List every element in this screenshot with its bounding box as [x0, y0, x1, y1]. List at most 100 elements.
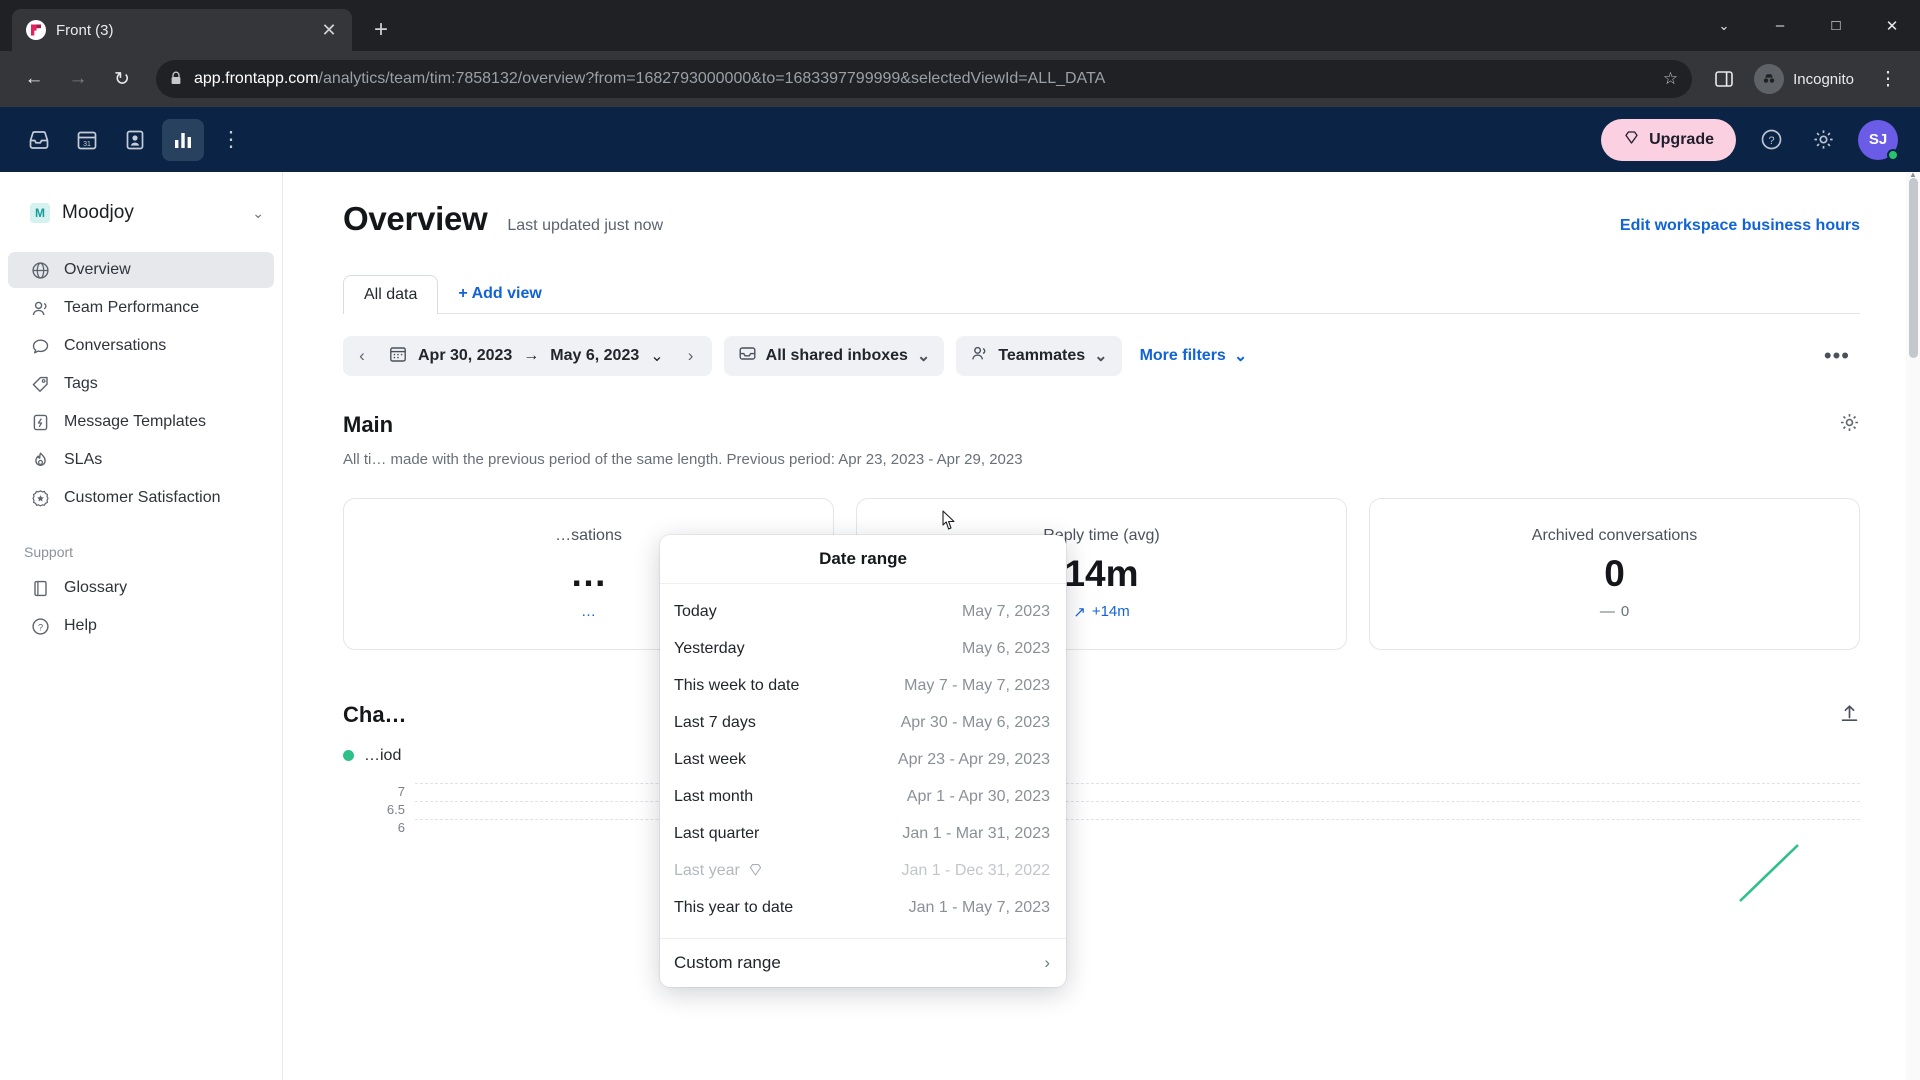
app-topbar: 31 ⋮ Upgrade ? SJ [0, 107, 1920, 172]
date-option-last-month[interactable]: Last month Apr 1 - Apr 30, 2023 [660, 778, 1066, 815]
date-option-this-year-to-date[interactable]: This year to date Jan 1 - May 7, 2023 [660, 889, 1066, 926]
bookmark-star-icon[interactable]: ☆ [1663, 69, 1678, 89]
chart-header: Cha… [343, 702, 1860, 729]
reload-button[interactable]: ↻ [102, 59, 142, 99]
sidebar-item-team-performance[interactable]: Team Performance [8, 290, 274, 326]
back-button[interactable]: ← [14, 59, 54, 99]
minimize-button[interactable]: – [1752, 0, 1808, 51]
section-description: All ti… made with the previous period of… [343, 451, 1023, 468]
main-scrollbar[interactable]: ▲ [1906, 172, 1920, 1080]
next-period-button[interactable]: › [678, 346, 704, 366]
tag-icon [30, 374, 50, 394]
browser-window: Front (3) ✕ + ⌄ – □ ✕ ← → ↻ app.frontapp… [0, 0, 1920, 1080]
date-option-last-7-days[interactable]: Last 7 days Apr 30 - May 6, 2023 [660, 704, 1066, 741]
browser-tab[interactable]: Front (3) ✕ [12, 9, 352, 51]
calendar-icon[interactable]: 31 [66, 119, 108, 161]
browser-menu-icon[interactable]: ⋮ [1870, 61, 1906, 97]
sidebar-item-conversations[interactable]: Conversations [8, 328, 274, 364]
date-option-last-year: Last year Jan 1 - Dec 31, 2022 [660, 852, 1066, 889]
gear-icon[interactable] [1839, 412, 1860, 439]
address-bar[interactable]: app.frontapp.com/analytics/team/tim:7858… [156, 60, 1693, 98]
side-panel-icon[interactable] [1706, 61, 1742, 97]
date-option-custom-range[interactable]: Custom range › [660, 939, 1066, 987]
sidebar-item-label: Glossary [64, 579, 128, 596]
sidebar-item-overview[interactable]: Overview [8, 252, 274, 288]
page-title: Overview [343, 200, 488, 237]
date-option-value: Apr 1 - Apr 30, 2023 [906, 787, 1050, 805]
template-icon [30, 412, 50, 432]
date-option-last-week[interactable]: Last week Apr 23 - Apr 29, 2023 [660, 741, 1066, 778]
app-body: M Moodjoy ⌄ Overview Team Performance Co… [0, 172, 1920, 1080]
teammates-filter-chip[interactable]: Teammates ⌄ [956, 336, 1122, 376]
stat-card-delta: ↗ +14m [1073, 603, 1130, 621]
contacts-icon[interactable] [114, 119, 156, 161]
date-range-selector[interactable]: Apr 30, 2023 → May 6, 2023 ⌄ [385, 345, 668, 368]
date-option-yesterday[interactable]: Yesterday May 6, 2023 [660, 630, 1066, 667]
sidebar-item-label: Help [64, 617, 97, 634]
sidebar-item-customer-satisfaction[interactable]: Customer Satisfaction [8, 480, 274, 516]
date-option-label: Last quarter [674, 824, 760, 842]
upgrade-button[interactable]: Upgrade [1601, 118, 1736, 161]
date-option-value: Jan 1 - May 7, 2023 [908, 898, 1050, 916]
chart-y-axis: 7 6.5 6 [371, 783, 405, 837]
tab-all-data[interactable]: All data [343, 275, 439, 314]
date-option-this-week-to-date[interactable]: This week to date May 7 - May 7, 2023 [660, 667, 1066, 704]
date-option-value: May 6, 2023 [961, 639, 1050, 657]
date-option-label: Last year [674, 861, 740, 879]
sidebar-item-help[interactable]: ? Help [8, 608, 274, 644]
star-badge-icon [30, 488, 50, 508]
previous-period-button[interactable]: ‹ [349, 346, 375, 366]
chevron-down-icon[interactable]: ⌄ [1094, 346, 1107, 366]
chart-title: Cha… [343, 702, 407, 727]
date-range-filter[interactable]: ‹ Apr 30, 2023 → May 6, 2023 ⌄ › [343, 336, 712, 376]
date-option-value: May 7, 2023 [961, 602, 1050, 620]
overflow-menu-button[interactable]: ••• [1814, 343, 1860, 369]
address-bar-url: app.frontapp.com/analytics/team/tim:7858… [194, 70, 1651, 88]
upgrade-label: Upgrade [1649, 130, 1714, 148]
sidebar-item-glossary[interactable]: Glossary [8, 570, 274, 606]
date-option-last-quarter[interactable]: Last quarter Jan 1 - Mar 31, 2023 [660, 815, 1066, 852]
edit-business-hours-link[interactable]: Edit workspace business hours [1620, 217, 1860, 235]
tab-search-icon[interactable]: ⌄ [1696, 0, 1752, 51]
date-option-today[interactable]: Today May 7, 2023 [660, 593, 1066, 630]
date-option-label: Today [674, 602, 717, 620]
workspace-selector[interactable]: M Moodjoy ⌄ [8, 194, 274, 232]
incognito-indicator[interactable]: Incognito [1750, 60, 1866, 98]
upload-icon[interactable] [1839, 702, 1860, 729]
new-tab-button[interactable]: + [364, 13, 398, 47]
more-filters-button[interactable]: More filters ⌄ [1140, 346, 1248, 366]
date-from-label: Apr 30, 2023 [418, 347, 513, 364]
chevron-down-icon[interactable]: ⌄ [252, 205, 264, 222]
close-icon[interactable]: ✕ [316, 17, 342, 43]
gear-icon[interactable] [1806, 123, 1840, 157]
browser-tabstrip: Front (3) ✕ + ⌄ – □ ✕ [0, 0, 1920, 51]
svg-text:31: 31 [83, 141, 91, 148]
y-tick-label: 7 [397, 783, 405, 799]
chevron-down-icon[interactable]: ⌄ [917, 346, 930, 366]
add-view-button[interactable]: + Add view [444, 275, 555, 313]
chevron-down-icon[interactable]: ⌄ [1234, 346, 1247, 366]
sidebar-item-slas[interactable]: SLAs [8, 442, 274, 478]
inbox-icon[interactable] [18, 119, 60, 161]
incognito-icon [1754, 64, 1785, 94]
chevron-down-icon[interactable]: ⌄ [650, 346, 663, 366]
help-icon[interactable]: ? [1754, 123, 1788, 157]
workspace-name: Moodjoy [62, 202, 134, 223]
more-icon[interactable]: ⋮ [210, 119, 252, 161]
window-close-button[interactable]: ✕ [1864, 0, 1920, 51]
analytics-icon[interactable] [162, 118, 204, 161]
stat-card-value: 0 [1604, 553, 1625, 594]
chevron-right-icon[interactable]: › [1044, 953, 1050, 973]
main-content: Overview Last updated just now Edit work… [283, 172, 1920, 1080]
avatar[interactable]: SJ [1858, 119, 1899, 161]
app-nav-icons: 31 ⋮ [18, 118, 252, 161]
date-option-value: May 7 - May 7, 2023 [904, 676, 1050, 694]
scrollbar-thumb[interactable] [1909, 178, 1918, 358]
maximize-button[interactable]: □ [1808, 0, 1864, 51]
sidebar-item-tags[interactable]: Tags [8, 366, 274, 402]
inbox-filter-chip[interactable]: All shared inboxes ⌄ [723, 336, 945, 376]
sidebar-item-message-templates[interactable]: Message Templates [8, 404, 274, 440]
chart-gridlines [415, 782, 1860, 837]
more-filters-label: More filters [1139, 347, 1226, 364]
stat-card-label: …sations [555, 527, 622, 544]
